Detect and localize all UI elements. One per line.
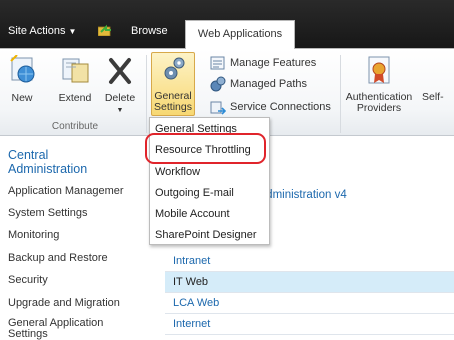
menu-item-outgoing-email[interactable]: Outgoing E-mail — [155, 187, 234, 199]
heading-line2: Administration — [8, 162, 88, 176]
self-service-button[interactable]: Self- — [422, 49, 454, 115]
table-row[interactable]: LCA Web — [165, 293, 454, 314]
new-button[interactable]: New — [4, 49, 40, 115]
nav-application-management[interactable]: Application Managemer — [8, 185, 124, 197]
general-settings-button[interactable]: General Settings ▼ — [151, 52, 195, 124]
nav-upgrade-and-migration[interactable]: Upgrade and Migration — [8, 297, 120, 309]
delete-x-icon — [109, 58, 131, 84]
new-web-app-icon — [10, 55, 35, 83]
nav-monitoring[interactable]: Monitoring — [8, 229, 59, 241]
menu-item-mobile-account[interactable]: Mobile Account — [155, 208, 230, 220]
left-navigation: Central Administration Application Manag… — [0, 137, 170, 340]
menu-item-workflow[interactable]: Workflow — [155, 166, 200, 178]
nav-security[interactable]: Security — [8, 274, 48, 286]
service-connections-label: Service Connections — [230, 101, 331, 113]
manage-features-button[interactable]: Manage Features — [210, 54, 316, 72]
manage-features-label: Manage Features — [230, 57, 317, 69]
general-settings-label-line2: Settings — [154, 101, 192, 113]
nav-label-line2: Settings — [8, 328, 48, 340]
self-service-label: Self- — [422, 91, 444, 103]
tab-browse[interactable]: Browse — [131, 25, 168, 37]
nav-general-application-settings[interactable]: General Application Settings — [8, 318, 103, 340]
menu-item-general-settings[interactable]: General Settings — [155, 123, 237, 135]
extend-button[interactable]: Extend — [55, 49, 95, 115]
authentication-label-line2: Providers — [356, 102, 402, 114]
table-row[interactable]: Internet — [165, 314, 454, 335]
extend-icon — [62, 58, 89, 83]
delete-dropdown-icon: ▼ — [116, 107, 124, 114]
features-icon — [210, 56, 225, 70]
chevron-down-icon: ▼ — [68, 27, 77, 36]
service-connections-icon — [210, 101, 226, 115]
delete-button[interactable]: Delete ▼ — [100, 49, 140, 115]
managed-paths-label: Managed Paths — [230, 78, 308, 90]
gears-icon — [164, 57, 185, 80]
authentication-providers-button[interactable]: Authentication Providers — [344, 49, 414, 115]
menu-item-resource-throttling[interactable]: Resource Throttling — [155, 144, 251, 156]
certificate-icon — [368, 56, 390, 84]
ribbon-separator — [146, 55, 147, 133]
site-actions-menu[interactable]: Site Actions ▼ — [8, 25, 76, 37]
nav-backup-and-restore[interactable]: Backup and Restore — [8, 252, 108, 264]
extend-label: Extend — [58, 92, 92, 104]
general-settings-dropdown: General Settings Resource Throttling Wor… — [149, 117, 270, 245]
ribbon-separator — [340, 55, 341, 133]
site-actions-label: Site Actions — [8, 25, 66, 37]
web-applications-list: Intranet IT Web LCA Web Internet — [165, 251, 454, 335]
new-label: New — [11, 92, 33, 104]
service-connections-button[interactable]: Service Connections — [210, 98, 331, 116]
group-label-contribute: Contribute — [51, 121, 99, 132]
table-row[interactable]: Intranet — [165, 251, 454, 272]
nav-system-settings[interactable]: System Settings — [8, 207, 87, 219]
navigate-up-icon[interactable] — [98, 24, 112, 36]
managed-paths-icon — [210, 76, 226, 92]
heading-line1: Central — [8, 148, 49, 162]
tab-web-applications[interactable]: Web Applications — [185, 20, 295, 49]
delete-label: Delete — [104, 92, 136, 104]
menu-item-sharepoint-designer[interactable]: SharePoint Designer — [155, 229, 257, 241]
central-administration-heading[interactable]: Central Administration — [8, 148, 87, 176]
table-row[interactable]: IT Web — [165, 272, 454, 293]
managed-paths-button[interactable]: Managed Paths — [210, 75, 307, 93]
